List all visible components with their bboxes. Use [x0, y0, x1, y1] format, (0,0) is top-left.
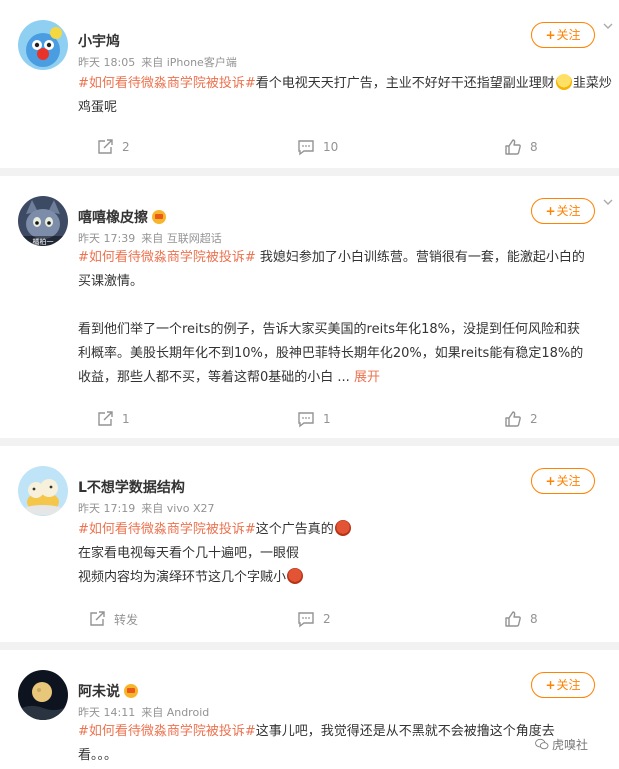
- expand-link[interactable]: 展开: [354, 370, 380, 385]
- topic-link[interactable]: #如何看待微淼商学院被投诉#: [78, 522, 256, 537]
- post-text: #如何看待微淼商学院被投诉#看个电视天天打广告，主业不好好干还指望副业理财 韭菜炒…: [78, 74, 612, 115]
- repost-button[interactable]: 1: [96, 409, 130, 429]
- comment-button[interactable]: 10: [297, 137, 338, 157]
- action-bar: 2 10 8: [0, 137, 619, 157]
- post-card: 小宇鸠 昨天 18:05 来自 iPhone客户端 +关注 #如何看待微淼商学院被…: [0, 0, 619, 168]
- avatar[interactable]: [18, 670, 68, 720]
- post-time[interactable]: 昨天 18:05: [78, 56, 135, 69]
- username[interactable]: 小宇鸠: [78, 31, 120, 51]
- post-source: 来自 Android: [141, 706, 210, 719]
- thumbs-up-icon: [505, 139, 521, 155]
- comment-icon: [298, 612, 314, 628]
- post-card: 橘柏一 嘻嘻橡皮擦 昨天 17:39 来自 互联网超话 +关注 #如何看待微淼商学…: [0, 176, 619, 438]
- post-text: #如何看待微淼商学院被投诉#这个广告真的 在家看电视每天看个几十遍吧，一眼假 视…: [78, 518, 613, 590]
- post-card: 阿未说 昨天 14:11 来自 Android +关注 #如何看待微淼商学院被投诉…: [0, 650, 619, 769]
- post-text: #如何看待微淼商学院被投诉# 我媳妇参加了小白训练营。营销很有一套，能激起小白的…: [78, 250, 585, 385]
- comment-icon: [298, 140, 314, 156]
- vip-badge-icon: [152, 210, 166, 224]
- username[interactable]: 嘻嘻橡皮擦: [78, 207, 166, 227]
- laugh-emoji-icon: [555, 74, 572, 90]
- plus-icon: +: [545, 204, 556, 218]
- follow-button[interactable]: +关注: [531, 672, 595, 698]
- post-meta: 昨天 18:05 来自 iPhone客户端: [78, 54, 243, 70]
- username[interactable]: 阿未说: [78, 681, 138, 701]
- post-time[interactable]: 昨天 14:11: [78, 706, 135, 719]
- angry-emoji-icon: [287, 568, 304, 584]
- repost-icon: [98, 139, 113, 154]
- wechat-icon: [535, 738, 549, 750]
- comment-button[interactable]: 2: [297, 609, 331, 629]
- thumbs-up-icon: [505, 611, 521, 627]
- post-card: L不想学数据结构 昨天 17:19 来自 vivo X27 +关注 #如何看待微淼…: [0, 446, 619, 642]
- action-bar: 1 1 2: [0, 409, 619, 429]
- repost-icon: [98, 411, 113, 426]
- topic-link[interactable]: #如何看待微淼商学院被投诉#: [78, 76, 256, 91]
- follow-button[interactable]: +关注: [531, 22, 595, 48]
- avatar[interactable]: [18, 20, 68, 70]
- post-meta: 昨天 17:19 来自 vivo X27: [78, 500, 221, 516]
- post-time[interactable]: 昨天 17:39: [78, 232, 135, 245]
- like-button[interactable]: 2: [504, 409, 538, 429]
- follow-button[interactable]: +关注: [531, 198, 595, 224]
- post-source: 来自 iPhone客户端: [141, 56, 237, 69]
- follow-button[interactable]: +关注: [531, 468, 595, 494]
- post-time[interactable]: 昨天 17:19: [78, 502, 135, 515]
- topic-link[interactable]: #如何看待微淼商学院被投诉#: [78, 250, 256, 265]
- post-source: 来自 互联网超话: [141, 232, 222, 245]
- plus-icon: +: [545, 474, 556, 488]
- username[interactable]: L不想学数据结构: [78, 477, 185, 497]
- avatar[interactable]: 橘柏一: [18, 196, 68, 246]
- watermark: 虎嗅社: [535, 736, 588, 753]
- chevron-down-icon[interactable]: [603, 21, 613, 31]
- comment-icon: [298, 412, 314, 428]
- repost-button[interactable]: 转发: [88, 609, 138, 629]
- like-button[interactable]: 8: [504, 609, 538, 629]
- post-text: #如何看待微淼商学院被投诉#这事儿吧，我觉得还是从不黑就不会被撸这个角度去 看。…: [78, 724, 555, 763]
- plus-icon: +: [545, 678, 556, 692]
- vip-badge-icon: [124, 684, 138, 698]
- angry-emoji-icon: [334, 520, 351, 536]
- post-meta: 昨天 14:11 来自 Android: [78, 704, 215, 720]
- post-meta: 昨天 17:39 来自 互联网超话: [78, 230, 228, 246]
- topic-link[interactable]: #如何看待微淼商学院被投诉#: [78, 724, 256, 739]
- repost-button[interactable]: 2: [96, 137, 130, 157]
- avatar[interactable]: [18, 466, 68, 516]
- repost-icon: [90, 611, 105, 626]
- plus-icon: +: [545, 28, 556, 42]
- like-button[interactable]: 8: [504, 137, 538, 157]
- thumbs-up-icon: [505, 411, 521, 427]
- action-bar: 转发 2 8: [0, 609, 619, 629]
- post-source: 来自 vivo X27: [141, 502, 215, 515]
- comment-button[interactable]: 1: [297, 409, 331, 429]
- chevron-down-icon[interactable]: [603, 197, 613, 207]
- svg-text:橘柏一: 橘柏一: [33, 237, 54, 246]
